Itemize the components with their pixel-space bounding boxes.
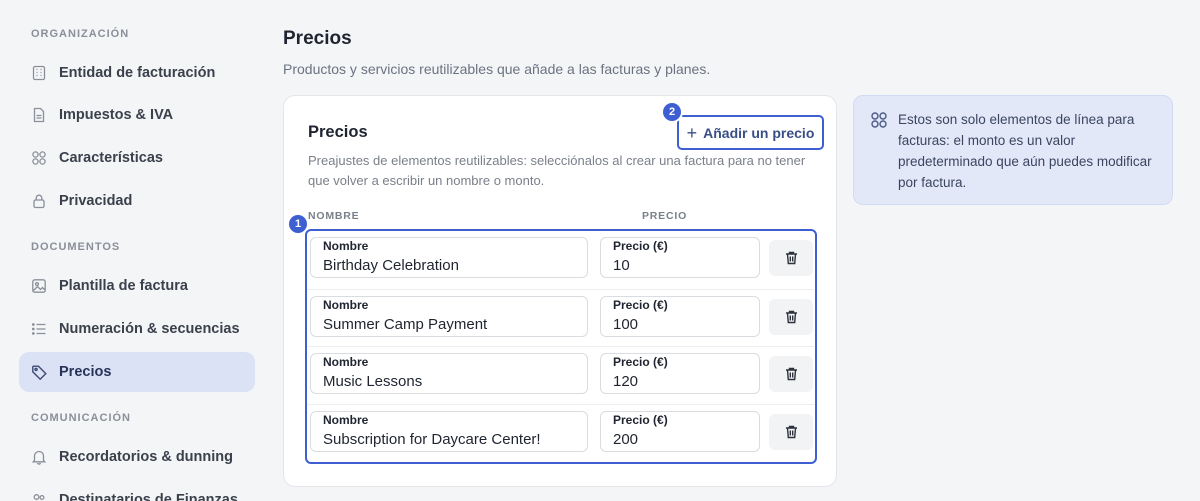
prices-card: Precios Preajustes de elementos reutiliz… [283,95,837,487]
section-label-comunicacion: COMUNICACIÓN [31,412,131,424]
trash-icon [785,425,797,438]
delete-row-button[interactable] [769,240,813,276]
sidebar-item-label: Entidad de facturación [59,65,216,81]
grid-icon [871,112,887,128]
price-field[interactable]: Precio (€) 200 [600,410,760,452]
section-label-organizacion: ORGANIZACIÓN [31,28,130,40]
sidebar-item-entidad[interactable]: Entidad de facturación [19,53,255,93]
delete-row-button[interactable] [769,298,813,335]
price-field-value: 200 [613,430,639,448]
trash-icon [785,310,797,323]
price-field-value: 120 [613,373,639,390]
name-field-value: Music Lessons [323,373,423,390]
sidebar-item-caracteristicas[interactable]: Características [19,138,255,178]
sidebar-item-plantilla[interactable]: Plantilla de factura [19,266,255,306]
price-field-label: Precio (€) [613,355,668,369]
list-icon [31,321,47,337]
name-field-value: Birthday Celebration [323,257,459,274]
add-price-button[interactable]: + Añadir un precio [677,115,824,150]
sidebar-item-label: Privacidad [59,193,133,209]
trash-icon [785,367,797,381]
name-field-label: Nombre [323,355,369,369]
annotation-badge-2: 2 [663,103,681,121]
name-field[interactable]: Nombre Birthday Celebration [310,237,588,278]
add-price-label: Añadir un precio [703,124,815,141]
name-field-value: Subscription for Daycare Center! [323,430,541,448]
users-icon [31,492,47,501]
price-field[interactable]: Precio (€) 100 [600,295,760,337]
info-text: Estos son solo elementos de línea para f… [898,112,1152,190]
sidebar-item-label: Recordatorios & dunning [59,449,233,465]
sidebar-item-impuestos[interactable]: Impuestos & IVA [19,95,255,135]
price-field[interactable]: Precio (€) 120 [600,353,760,394]
sidebar-item-label: Plantilla de factura [59,278,188,294]
trash-icon [785,251,797,265]
sidebar-item-label: Impuestos & IVA [59,107,174,123]
card-description: Preajustes de elementos reutilizables: s… [308,153,806,188]
section-label-documentos: DOCUMENTOS [31,241,121,253]
sidebar-item-label: Destinatarios de Finanzas [59,492,238,501]
sidebar-item-label: Características [59,150,163,166]
price-field-value: 100 [613,315,639,333]
name-field-value: Summer Camp Payment [323,315,488,333]
sidebar-item-precios[interactable]: Precios [19,352,255,392]
annotation-badge-1: 1 [289,215,307,233]
name-field-label: Nombre [323,412,369,427]
name-field-label: Nombre [323,297,369,312]
name-field-label: Nombre [323,239,369,253]
info-callout: Estos son solo elementos de línea para f… [853,95,1173,205]
sidebar-item-destinatarios[interactable]: Destinatarios de Finanzas [19,480,255,501]
image-icon [31,278,47,294]
tag-icon [31,364,47,380]
price-field-label: Precio (€) [613,239,668,253]
building-icon [31,65,47,81]
column-header-name: NOMBRE [308,210,360,222]
page-title: Precios [283,28,352,49]
price-field-label: Precio (€) [613,412,668,427]
sidebar-item-recordatorios[interactable]: Recordatorios & dunning [19,437,255,477]
plus-icon: + [686,122,698,143]
price-field[interactable]: Precio (€) 10 [600,237,760,278]
price-row: Nombre Birthday Celebration Precio (€) 1… [307,231,814,289]
grid-icon [31,150,47,166]
price-field-value: 10 [613,257,630,274]
price-field-label: Precio (€) [613,297,668,312]
sidebar-item-label: Numeración & secuencias [59,321,240,337]
sidebar: ORGANIZACIÓN Entidad de facturación Impu… [0,0,270,501]
delete-row-button[interactable] [769,413,813,450]
lock-icon [31,193,47,209]
price-row: Nombre Subscription for Daycare Center! … [307,403,814,462]
name-field[interactable]: Nombre Music Lessons [310,353,588,394]
bell-icon [31,449,47,465]
column-header-price: PRECIO [642,210,688,222]
document-icon [31,107,47,123]
card-title: Precios [308,123,368,141]
price-row: Nombre Music Lessons Precio (€) 120 [307,346,814,404]
name-field[interactable]: Nombre Subscription for Daycare Center! [310,410,588,452]
sidebar-item-privacidad[interactable]: Privacidad [19,181,255,221]
sidebar-item-numeracion[interactable]: Numeración & secuencias [19,309,255,349]
page-subtitle: Productos y servicios reutilizables que … [283,61,711,77]
price-rows-list: Nombre Birthday Celebration Precio (€) 1… [305,229,817,464]
sidebar-item-label: Precios [59,364,112,380]
delete-row-button[interactable] [769,356,813,392]
name-field[interactable]: Nombre Summer Camp Payment [310,295,588,337]
price-row: Nombre Summer Camp Payment Precio (€) 10… [307,288,814,347]
